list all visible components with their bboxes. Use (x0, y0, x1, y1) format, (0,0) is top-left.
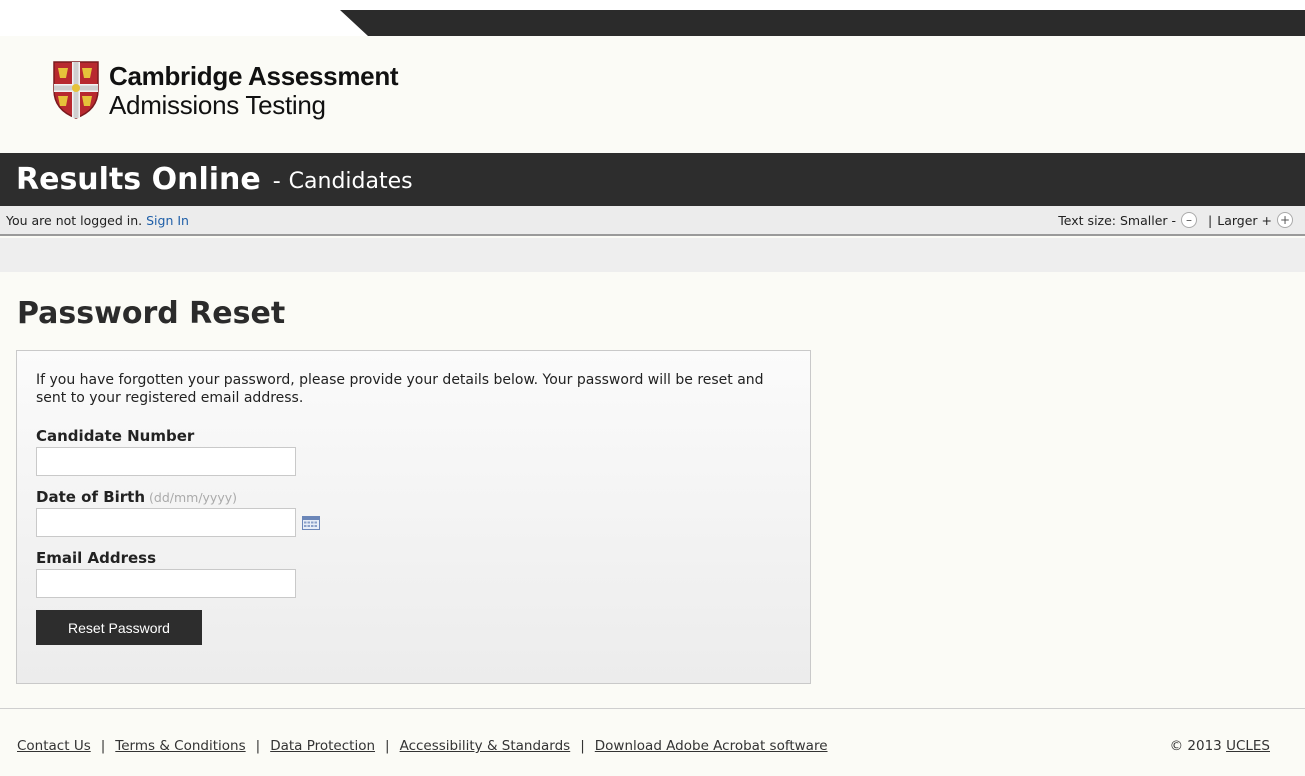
site-title-separator: - (272, 169, 281, 194)
date-of-birth-label: Date of Birth (dd/mm/yyyy) (36, 488, 791, 506)
footer-link-accessibility[interactable]: Accessibility & Standards (400, 738, 571, 754)
brand-text: Cambridge Assessment Admissions Testing (109, 60, 399, 120)
date-of-birth-label-text: Date of Birth (36, 488, 146, 506)
footer-link-adobe-acrobat[interactable]: Download Adobe Acrobat software (595, 738, 828, 754)
brand-logo[interactable]: Cambridge Assessment Admissions Testing (52, 58, 399, 122)
date-of-birth-row (36, 508, 791, 537)
sub-navigation-strip (0, 238, 1305, 272)
text-size-smaller-label: Text size: Smaller - (1058, 212, 1177, 228)
text-size-larger-label: Larger + (1217, 212, 1272, 228)
form-intro-text: If you have forgotten your password, ple… (36, 372, 764, 406)
copyright: © 2013 UCLES (1170, 738, 1270, 754)
plus-circle-icon[interactable]: + (1277, 212, 1293, 228)
footer-links: Contact Us | Terms & Conditions | Data P… (17, 738, 828, 754)
text-size-divider: | (1208, 212, 1213, 228)
candidate-number-label: Candidate Number (36, 427, 195, 445)
password-reset-form: If you have forgotten your password, ple… (16, 350, 811, 684)
email-address-label: Email Address (36, 549, 157, 567)
minus-circle-icon[interactable]: – (1181, 212, 1198, 228)
calendar-icon[interactable] (302, 515, 320, 530)
brand-line-1: Cambridge Assessment (109, 60, 399, 91)
page-title: Password Reset (17, 296, 286, 331)
text-size-controls: Text size: Smaller - – | Larger + + (1058, 212, 1299, 228)
ucles-link[interactable]: UCLES (1226, 738, 1270, 754)
footer-link-data-protection[interactable]: Data Protection (270, 738, 375, 754)
brand-line-2: Admissions Testing (109, 89, 326, 120)
top-band (0, 0, 1305, 36)
footer-separator: | (580, 738, 585, 754)
site-title: Results Online (16, 162, 261, 197)
reset-password-button[interactable]: Reset Password (36, 610, 202, 645)
footer-link-terms[interactable]: Terms & Conditions (115, 738, 245, 754)
footer-link-contact-us[interactable]: Contact Us (17, 738, 91, 754)
top-dark-bar (340, 10, 1305, 36)
site-title-bar: Results Online - Candidates (0, 153, 1305, 206)
site-subtitle: Candidates (288, 169, 413, 194)
date-format-hint: (dd/mm/yyyy) (149, 490, 238, 505)
status-bar: You are not logged in. Sign In Text size… (0, 206, 1305, 236)
date-of-birth-input[interactable] (36, 508, 296, 537)
footer-separator: | (255, 738, 261, 754)
footer-separator: | (100, 738, 106, 754)
candidate-number-input[interactable] (36, 447, 296, 476)
footer-divider (0, 708, 1305, 709)
login-status-text: You are not logged in. (6, 212, 143, 228)
email-address-input[interactable] (36, 569, 296, 598)
copyright-text: © 2013 (1169, 738, 1222, 754)
sign-in-link[interactable]: Sign In (146, 213, 189, 228)
footer-separator: | (385, 738, 390, 754)
university-shield-icon (53, 61, 99, 119)
